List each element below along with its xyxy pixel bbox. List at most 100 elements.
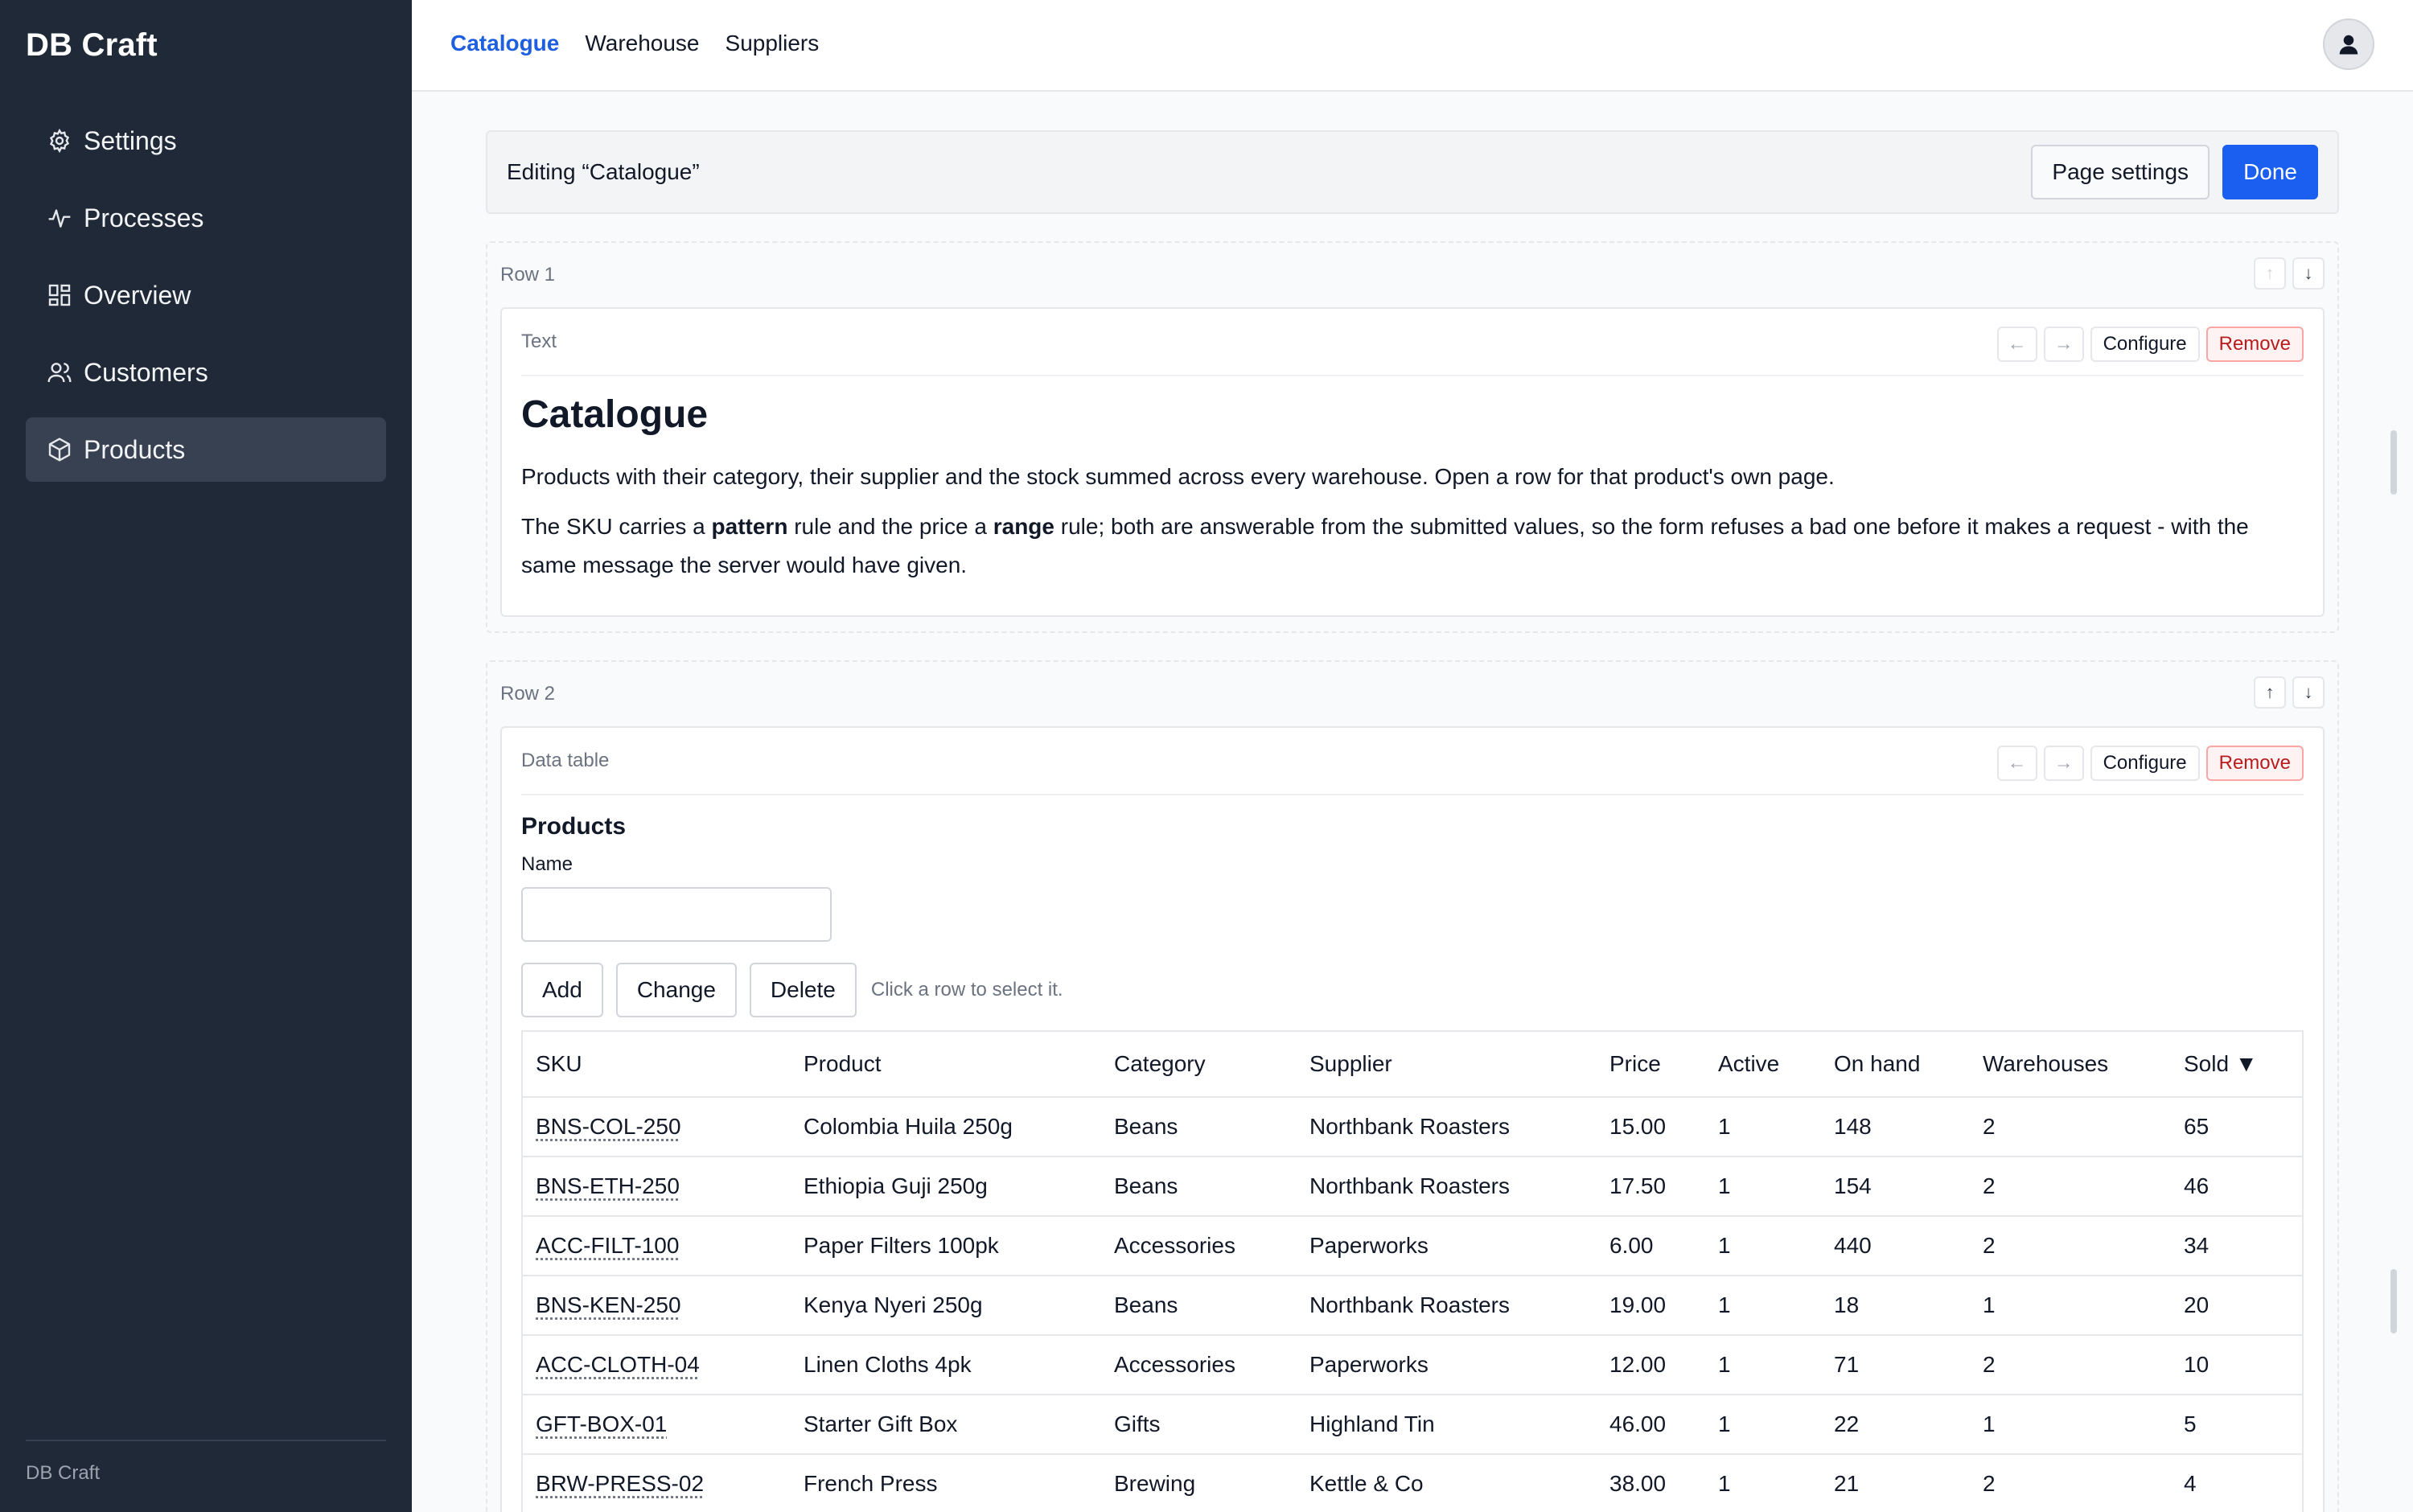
category-cell: Gifts (1101, 1395, 1297, 1455)
product-cell: Colombia Huila 250g (791, 1097, 1101, 1157)
page-settings-button[interactable]: Page settings (2031, 145, 2210, 199)
name-field-label: Name (521, 853, 573, 875)
sku-link[interactable]: BNS-ETH-250 (536, 1173, 680, 1198)
name-input[interactable] (521, 887, 832, 942)
supplier-cell: Northbank Roasters (1297, 1097, 1597, 1157)
selection-hint: Click a row to select it. (870, 979, 1063, 1000)
category-cell: Accessories (1101, 1335, 1297, 1395)
row-label: Row 2 (500, 683, 556, 705)
remove-button[interactable]: Remove (2205, 327, 2304, 362)
data-table-widget: Data table ← → Configure Remove Products… (500, 726, 2325, 1512)
topbar: Catalogue Warehouse Suppliers (412, 0, 2413, 92)
price-cell: 46.00 (1597, 1395, 1705, 1455)
sold-cell: 5 (2171, 1395, 2303, 1455)
category-cell: Accessories (1101, 1216, 1297, 1276)
on-hand-cell: 148 (1821, 1097, 1970, 1157)
sidebar-item-products[interactable]: Products (26, 417, 386, 482)
column-header-product[interactable]: Product (791, 1031, 1101, 1098)
sidebar-item-label: Products (84, 434, 186, 464)
delete-button[interactable]: Delete (749, 963, 857, 1017)
sku-link[interactable]: GFT-BOX-01 (536, 1411, 667, 1436)
move-row-down-button[interactable]: ↓ (2292, 676, 2325, 709)
on-hand-cell: 440 (1821, 1216, 1970, 1276)
table-row[interactable]: BNS-KEN-250 Kenya Nyeri 250g Beans North… (522, 1276, 2303, 1336)
sidebar-item-overview[interactable]: Overview (26, 263, 386, 327)
sku-link[interactable]: BNS-COL-250 (536, 1114, 681, 1139)
sidebar-item-settings[interactable]: Settings (26, 109, 386, 173)
sku-link[interactable]: ACC-CLOTH-04 (536, 1352, 700, 1377)
warehouses-cell: 2 (1970, 1216, 2171, 1276)
add-button[interactable]: Add (521, 963, 603, 1017)
row-1: Row 1 ↑ ↓ Text ← → Configure Remove Cata… (486, 241, 2339, 633)
column-header-sold[interactable]: Sold ▼ (2171, 1031, 2303, 1098)
move-row-up-button[interactable]: ↑ (2254, 257, 2286, 290)
row-2: Row 2 ↑ ↓ Data table ← → Configure Remov… (486, 660, 2339, 1512)
price-cell: 6.00 (1597, 1216, 1705, 1276)
column-header-on-hand[interactable]: On hand (1821, 1031, 1970, 1098)
product-cell: Starter Gift Box (791, 1395, 1101, 1455)
product-cell: Ethiopia Guji 250g (791, 1157, 1101, 1217)
column-header-sku[interactable]: SKU (522, 1031, 791, 1098)
sold-cell: 4 (2171, 1454, 2303, 1512)
table-row[interactable]: BNS-COL-250 Colombia Huila 250g Beans No… (522, 1097, 2303, 1157)
table-title: Products (521, 813, 627, 840)
remove-button[interactable]: Remove (2205, 746, 2304, 781)
supplier-cell: Paperworks (1297, 1216, 1597, 1276)
move-right-button[interactable]: → (2043, 327, 2084, 362)
tab-warehouse[interactable]: Warehouse (585, 31, 699, 56)
sku-link[interactable]: ACC-FILT-100 (536, 1233, 679, 1258)
done-button[interactable]: Done (2222, 145, 2318, 199)
column-header-category[interactable]: Category (1101, 1031, 1297, 1098)
table-row[interactable]: BRW-PRESS-02 French Press Brewing Kettle… (522, 1454, 2303, 1512)
table-row[interactable]: BNS-ETH-250 Ethiopia Guji 250g Beans Nor… (522, 1157, 2303, 1217)
paragraph-1: Products with their category, their supp… (521, 464, 1835, 489)
column-header-price[interactable]: Price (1597, 1031, 1705, 1098)
warehouses-cell: 2 (1970, 1335, 2171, 1395)
sku-link[interactable]: BNS-KEN-250 (536, 1292, 681, 1317)
product-cell: Kenya Nyeri 250g (791, 1276, 1101, 1336)
user-avatar[interactable] (2323, 18, 2374, 70)
edit-bar: Editing “Catalogue” Page settings Done (486, 130, 2339, 214)
category-cell: Brewing (1101, 1454, 1297, 1512)
change-button[interactable]: Change (615, 963, 737, 1017)
active-cell: 1 (1705, 1216, 1821, 1276)
sku-link[interactable]: BRW-PRESS-02 (536, 1471, 704, 1496)
category-cell: Beans (1101, 1097, 1297, 1157)
price-cell: 12.00 (1597, 1335, 1705, 1395)
on-hand-cell: 21 (1821, 1454, 1970, 1512)
sidebar-item-processes[interactable]: Processes (26, 186, 386, 250)
supplier-cell: Northbank Roasters (1297, 1157, 1597, 1217)
warehouses-cell: 2 (1970, 1157, 2171, 1217)
column-header-active[interactable]: Active (1705, 1031, 1821, 1098)
category-cell: Beans (1101, 1276, 1297, 1336)
table-row[interactable]: ACC-CLOTH-04 Linen Cloths 4pk Accessorie… (522, 1335, 2303, 1395)
move-row-down-button[interactable]: ↓ (2292, 257, 2325, 290)
column-header-warehouses[interactable]: Warehouses (1970, 1031, 2171, 1098)
move-row-up-button[interactable]: ↑ (2254, 676, 2286, 709)
column-header-supplier[interactable]: Supplier (1297, 1031, 1597, 1098)
move-right-button[interactable]: → (2043, 746, 2084, 781)
sidebar-item-customers[interactable]: Customers (26, 340, 386, 405)
configure-button[interactable]: Configure (2090, 327, 2200, 362)
edit-title: Editing “Catalogue” (507, 159, 700, 184)
configure-button[interactable]: Configure (2090, 746, 2200, 781)
product-cell: French Press (791, 1454, 1101, 1512)
category-cell: Beans (1101, 1157, 1297, 1217)
activity-icon (45, 203, 74, 232)
move-left-button[interactable]: ← (1996, 746, 2037, 781)
box-icon (45, 435, 74, 464)
scrollbar-thumb[interactable] (2390, 430, 2397, 495)
active-cell: 1 (1705, 1335, 1821, 1395)
product-cell: Paper Filters 100pk (791, 1216, 1101, 1276)
gear-icon (45, 126, 74, 155)
table-row[interactable]: ACC-FILT-100 Paper Filters 100pk Accesso… (522, 1216, 2303, 1276)
tab-catalogue[interactable]: Catalogue (450, 31, 559, 56)
active-cell: 1 (1705, 1276, 1821, 1336)
product-cell: Linen Cloths 4pk (791, 1335, 1101, 1395)
move-left-button[interactable]: ← (1996, 327, 2037, 362)
sidebar-item-label: Processes (84, 203, 204, 232)
table-row[interactable]: GFT-BOX-01 Starter Gift Box Gifts Highla… (522, 1395, 2303, 1455)
widget-type-label: Text (521, 331, 557, 352)
tab-suppliers[interactable]: Suppliers (726, 31, 820, 56)
scrollbar-thumb[interactable] (2390, 1269, 2397, 1333)
